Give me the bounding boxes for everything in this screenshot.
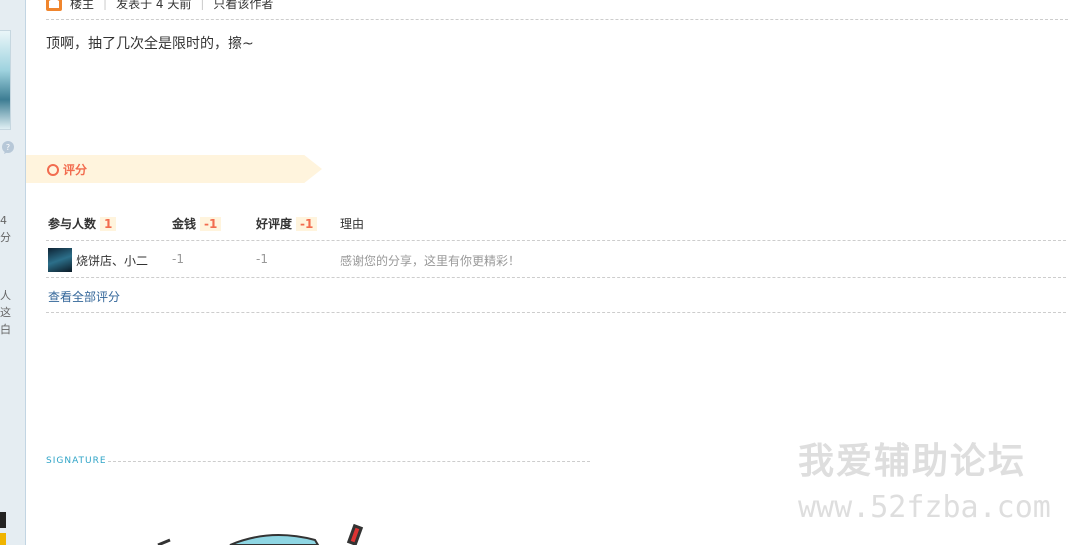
- post-content: 顶啊，抽了几次全是限时的，擦~: [46, 36, 254, 52]
- participants-count: 1: [100, 217, 117, 231]
- reason-header: 理由: [340, 217, 365, 231]
- signature-divider: [108, 461, 590, 462]
- money-total: -1: [200, 217, 222, 231]
- stat-fragment: 白: [0, 323, 11, 336]
- divider: [46, 312, 1066, 313]
- user-info-column: ? 4 分 人 这 白: [0, 0, 26, 545]
- divider: [46, 19, 1068, 20]
- participants-label: 参与人数: [48, 217, 97, 231]
- watermark-url: www.52fzba.com: [798, 490, 1051, 525]
- stat-fragment: 人: [0, 289, 11, 302]
- signature-image: [157, 523, 364, 545]
- rater-avatar[interactable]: [48, 248, 72, 272]
- reputation-total: -1: [296, 217, 318, 231]
- author-avatar[interactable]: [0, 30, 11, 130]
- rater-reputation: -1: [256, 252, 268, 266]
- signature-label: SIGNATURE: [46, 456, 107, 466]
- rating-title: 评分: [63, 163, 88, 177]
- reputation-header: 好评度 -1: [256, 215, 318, 232]
- post-header: 楼主 | 发表于 4 天前 | 只看该作者: [46, 0, 273, 12]
- watermark-title: 我爱辅助论坛: [798, 441, 1027, 482]
- view-all-ratings-link[interactable]: 查看全部评分: [48, 288, 120, 305]
- only-author-link[interactable]: 只看该作者: [213, 0, 273, 12]
- reputation-label: 好评度: [256, 217, 293, 231]
- divider: [46, 277, 1066, 278]
- speech-bubble-icon[interactable]: ?: [1, 141, 15, 155]
- owner-icon: [46, 0, 62, 11]
- rater-reason: 感谢您的分享，这里有你更精彩！: [340, 254, 521, 268]
- rater-money: -1: [172, 252, 184, 266]
- posted-time: 发表于 4 天前: [116, 0, 192, 11]
- svg-text:?: ?: [6, 143, 10, 152]
- participants-header: 参与人数 1: [48, 215, 117, 232]
- rater-name-link[interactable]: 烧饼店、小二: [76, 252, 148, 269]
- medal-icon: [0, 533, 6, 545]
- separator: |: [103, 0, 108, 10]
- rating-circle-icon: [47, 164, 59, 176]
- stat-fragment: 4: [0, 214, 7, 227]
- stat-fragment: 这: [0, 306, 11, 319]
- author-tag: 楼主: [70, 0, 95, 11]
- separator: |: [200, 0, 205, 10]
- medal-icon: [0, 512, 6, 528]
- stat-fragment: 分: [0, 231, 11, 244]
- money-label: 金钱: [172, 217, 197, 231]
- divider: [46, 240, 1066, 241]
- money-header: 金钱 -1: [172, 215, 222, 232]
